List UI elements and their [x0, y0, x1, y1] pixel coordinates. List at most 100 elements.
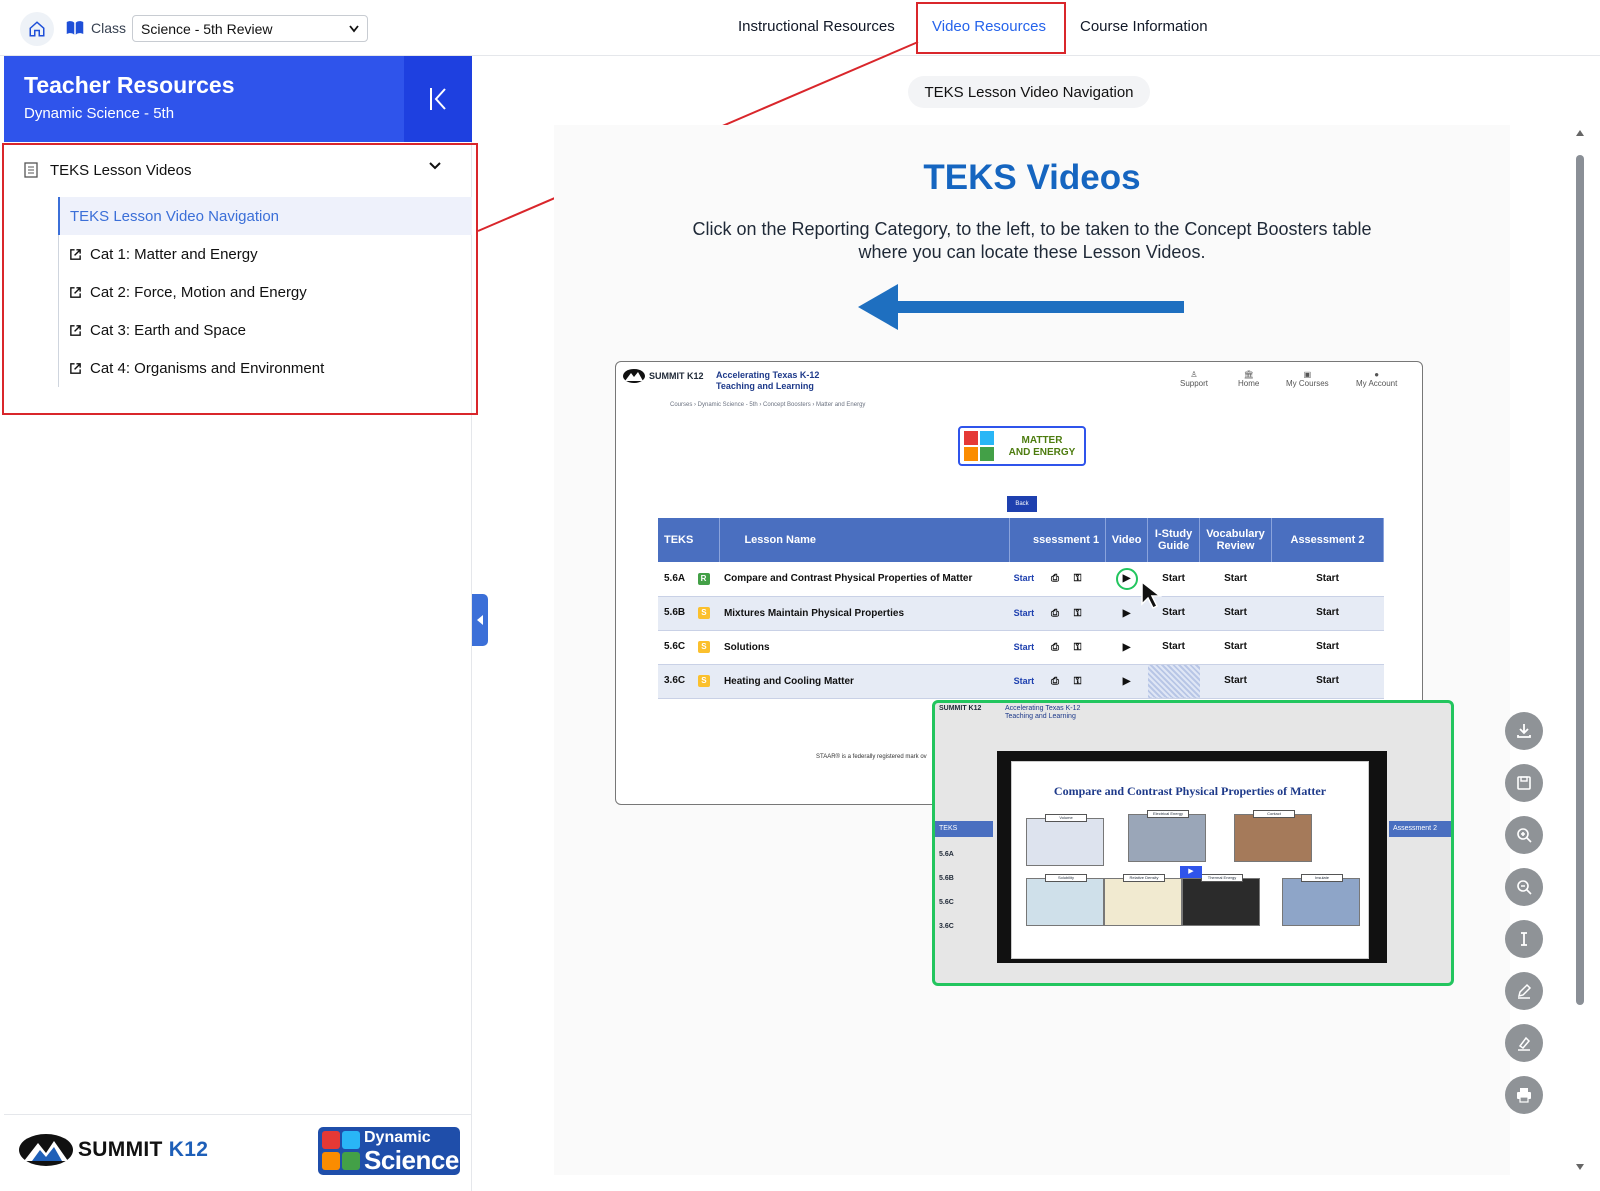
play-icon: ▶: [1180, 866, 1202, 878]
column-header: Assessment 2: [1271, 518, 1384, 562]
mountain-logo-icon: [623, 369, 645, 383]
logo-summit-text: SUMMIT: [78, 1138, 163, 1161]
pen-button[interactable]: [1505, 972, 1543, 1010]
key-icon: ⚿: [1073, 607, 1082, 619]
column-header: TEKS: [935, 821, 993, 837]
tagline-line-2: Teaching and Learning: [716, 381, 814, 391]
matter-energy-badge: MATTER AND ENERGY: [958, 426, 1086, 466]
sidebar-title: Teacher Resources: [24, 72, 235, 98]
teks-code: 3.6C: [939, 923, 954, 930]
level-badge: S: [697, 641, 710, 653]
table-row: 5.6C S Solutions Start ⎙ ⚿ ▶ Start Start…: [658, 630, 1384, 665]
start-link: Start: [1271, 664, 1384, 699]
download-button[interactable]: [1505, 712, 1543, 750]
caret-left-icon: [477, 615, 483, 625]
pen-icon: [1517, 983, 1532, 999]
start-link: Start: [1013, 641, 1035, 652]
sidebar-header: Teacher Resources Dynamic Science - 5th: [4, 56, 404, 142]
highlighter-button[interactable]: [1505, 1024, 1543, 1062]
video-slide: Compare and Contrast Physical Properties…: [1011, 761, 1369, 959]
level-badge: R: [697, 572, 710, 585]
dynamic-science-logo: Dynamic Science: [318, 1127, 460, 1175]
column-header: Lesson Name: [719, 518, 1011, 562]
table-row: 3.6C S Heating and Cooling Matter Start …: [658, 664, 1384, 699]
mountain-logo-icon: [19, 1134, 73, 1166]
screenshot-back-button: Back: [1007, 496, 1037, 512]
screenshot-breadcrumb: Courses › Dynamic Science - 5th › Concep…: [670, 402, 866, 408]
nav-label: My Courses: [1286, 379, 1329, 388]
instruction-text: Click on the Reporting Category, to the …: [624, 218, 1440, 264]
arrow-left-icon: [858, 284, 1184, 330]
print-button[interactable]: [1505, 1076, 1543, 1114]
sidebar-toggle-handle[interactable]: [472, 594, 488, 646]
table-row: 5.6A R Compare and Contrast Physical Pro…: [658, 562, 1384, 597]
play-icon: ▶: [1122, 607, 1131, 619]
teks-code: 5.6C: [664, 641, 686, 652]
page-pill-title: TEKS Lesson Video Navigation: [908, 76, 1150, 108]
column-header: Vocabulary Review: [1199, 518, 1273, 562]
text-select-button[interactable]: [1505, 920, 1543, 958]
sidebar-highlight-frame: [2, 143, 478, 415]
print-icon: ⎙: [1050, 573, 1059, 585]
nav-label: Support: [1180, 379, 1209, 388]
tile-label: Electrical Energy: [1147, 810, 1189, 818]
lesson-name: Solutions: [719, 630, 1010, 665]
print-icon: ⎙: [1050, 641, 1059, 653]
level-badge: S: [697, 607, 710, 619]
collapse-sidebar-button[interactable]: [404, 56, 472, 142]
slide-tile: Volume: [1026, 814, 1104, 866]
empty-cell: [1147, 664, 1200, 699]
screenshot-logo-text: SUMMIT K12: [649, 371, 704, 381]
scrollbar-thumb[interactable]: [1576, 155, 1584, 1005]
slide-tile: Solubility: [1026, 874, 1104, 926]
instruction-line-2: where you can locate these Lesson Videos…: [858, 242, 1206, 262]
tagline-line-2: Teaching and Learning: [1005, 713, 1076, 720]
start-link: Start: [1271, 562, 1384, 597]
sidebar-subtitle: Dynamic Science - 5th: [24, 105, 175, 122]
scroll-up-icon[interactable]: [1575, 129, 1585, 137]
zoom-in-icon: [1517, 828, 1532, 843]
slide-title: Compare and Contrast Physical Properties…: [1053, 784, 1327, 798]
tile-label: Relative Density: [1123, 874, 1165, 882]
lesson-name: Mixtures Maintain Physical Properties: [719, 596, 1010, 631]
badge-line-1: MATTER: [1021, 435, 1063, 446]
collapse-left-icon: [430, 88, 446, 110]
badge-line-2: AND ENERGY: [1008, 447, 1076, 458]
column-header: Video: [1105, 518, 1149, 562]
page-title: TEKS Videos: [923, 158, 1141, 197]
print-icon: [1517, 1088, 1531, 1103]
document-scrollbar[interactable]: [1573, 125, 1587, 1175]
screenshot-nav-my-courses: ▣ My Courses: [1286, 370, 1329, 388]
scroll-down-icon[interactable]: [1575, 1163, 1585, 1171]
mouse-cursor-icon: [1141, 580, 1163, 610]
key-icon: ⚿: [1073, 573, 1082, 585]
teks-code: 5.6B: [664, 607, 686, 618]
zoom-in-button[interactable]: [1505, 816, 1543, 854]
user-icon: ●: [1374, 370, 1380, 379]
sidebar-footer: SUMMIT K12 Dynamic Science: [4, 1114, 472, 1191]
zoom-out-icon: [1517, 880, 1532, 895]
save-icon: [1517, 776, 1531, 790]
slide-tile: Relative Density: [1104, 874, 1182, 926]
concept-boosters-table: TEKS Lesson Name ssessment 1 Video I-Stu…: [658, 518, 1384, 699]
tile-label: Solubility: [1045, 874, 1087, 882]
video-player: Compare and Contrast Physical Properties…: [997, 751, 1387, 963]
slide-tile: Thermal Energy: [1182, 874, 1260, 926]
teks-code: 5.6A: [664, 572, 685, 584]
start-link: Start: [1271, 630, 1384, 665]
start-link: Start: [1199, 596, 1272, 631]
screenshot-footnote: STAAR® is a federally registered mark ov: [816, 754, 927, 760]
text-cursor-icon: [1521, 932, 1527, 946]
save-button[interactable]: [1505, 764, 1543, 802]
print-icon: ⎙: [1050, 607, 1059, 619]
start-link: Start: [1013, 573, 1035, 584]
summit-logo-small: SUMMIT K12: [622, 368, 704, 384]
download-icon: [1517, 724, 1531, 738]
play-icon: ▶: [1122, 641, 1131, 653]
column-header: Assessment 2: [1389, 821, 1451, 837]
highlighter-icon: [1518, 1036, 1531, 1051]
screenshot-tagline: Accelerating Texas K-12 Teaching and Lea…: [1005, 705, 1080, 721]
zoom-out-button[interactable]: [1505, 868, 1543, 906]
play-icon: ▶: [1122, 675, 1131, 687]
table-row: 5.6B S Mixtures Maintain Physical Proper…: [658, 596, 1384, 631]
